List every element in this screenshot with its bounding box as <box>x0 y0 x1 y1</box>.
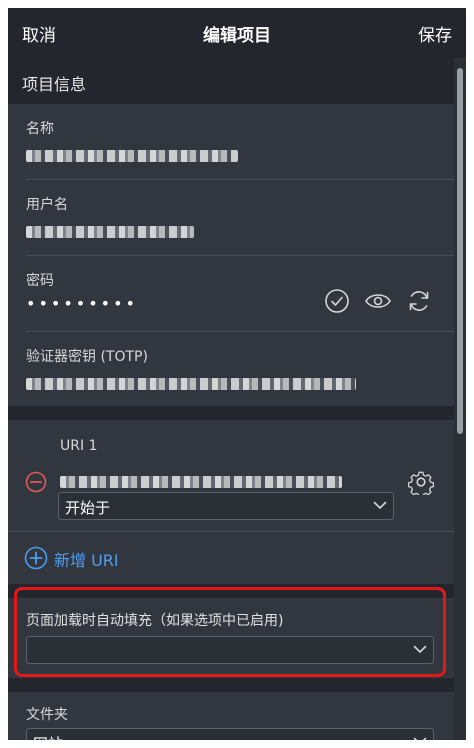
vertical-scrollbar[interactable] <box>457 68 463 434</box>
minus-circle-icon[interactable] <box>25 471 47 493</box>
username-label: 用户名 <box>26 197 68 213</box>
name-row[interactable]: 名称 <box>8 104 454 180</box>
section-gap <box>8 406 454 420</box>
username-value-redacted[interactable] <box>26 226 194 238</box>
totp-label: 验证器密钥 (TOTP) <box>26 349 148 365</box>
navbar: 取消 编辑项目 保存 <box>8 8 466 58</box>
folder-label: 文件夹 <box>26 707 68 723</box>
uri-1-match-value: 开始于 <box>65 499 111 517</box>
chevron-down-icon <box>413 737 427 740</box>
uri-1-match-select[interactable]: 开始于 <box>58 492 394 520</box>
chevron-down-icon <box>373 501 387 509</box>
folder-selected-value: 网站 <box>33 733 63 740</box>
uri-card: URI 1 开始于 新增 URI <box>8 420 454 584</box>
totp-row[interactable]: 验证器密钥 (TOTP) <box>8 332 454 406</box>
password-row[interactable]: 密码 ••••••••• <box>8 256 454 332</box>
password-label: 密码 <box>26 273 54 289</box>
section-header-item-info: 项目信息 <box>8 58 454 104</box>
check-circle-icon[interactable] <box>324 288 350 314</box>
name-value-redacted[interactable] <box>26 150 238 162</box>
section-gap <box>8 678 454 692</box>
eye-icon[interactable] <box>364 290 392 312</box>
folder-card: 文件夹 网站 <box>8 692 454 740</box>
totp-value-redacted[interactable] <box>26 378 356 390</box>
name-label: 名称 <box>26 121 54 137</box>
uri-1-value-redacted[interactable] <box>60 476 342 488</box>
gear-icon[interactable] <box>408 469 434 495</box>
folder-select[interactable]: 网站 <box>26 728 434 740</box>
uri-1-label: URI 1 <box>60 438 98 454</box>
page-title: 编辑项目 <box>203 26 271 46</box>
divider <box>8 531 454 532</box>
save-button[interactable]: 保存 <box>418 21 452 46</box>
password-value[interactable]: ••••••••• <box>26 294 138 313</box>
item-info-card: 名称 用户名 密码 ••••••••• 验证器密钥 (TOTP) <box>8 104 454 406</box>
username-row[interactable]: 用户名 <box>8 180 454 256</box>
refresh-icon[interactable] <box>406 288 432 314</box>
highlight-box <box>14 587 446 677</box>
add-uri-label: 新增 URI <box>54 551 119 570</box>
section-title: 项目信息 <box>22 75 87 94</box>
plus-circle-icon <box>24 546 48 570</box>
